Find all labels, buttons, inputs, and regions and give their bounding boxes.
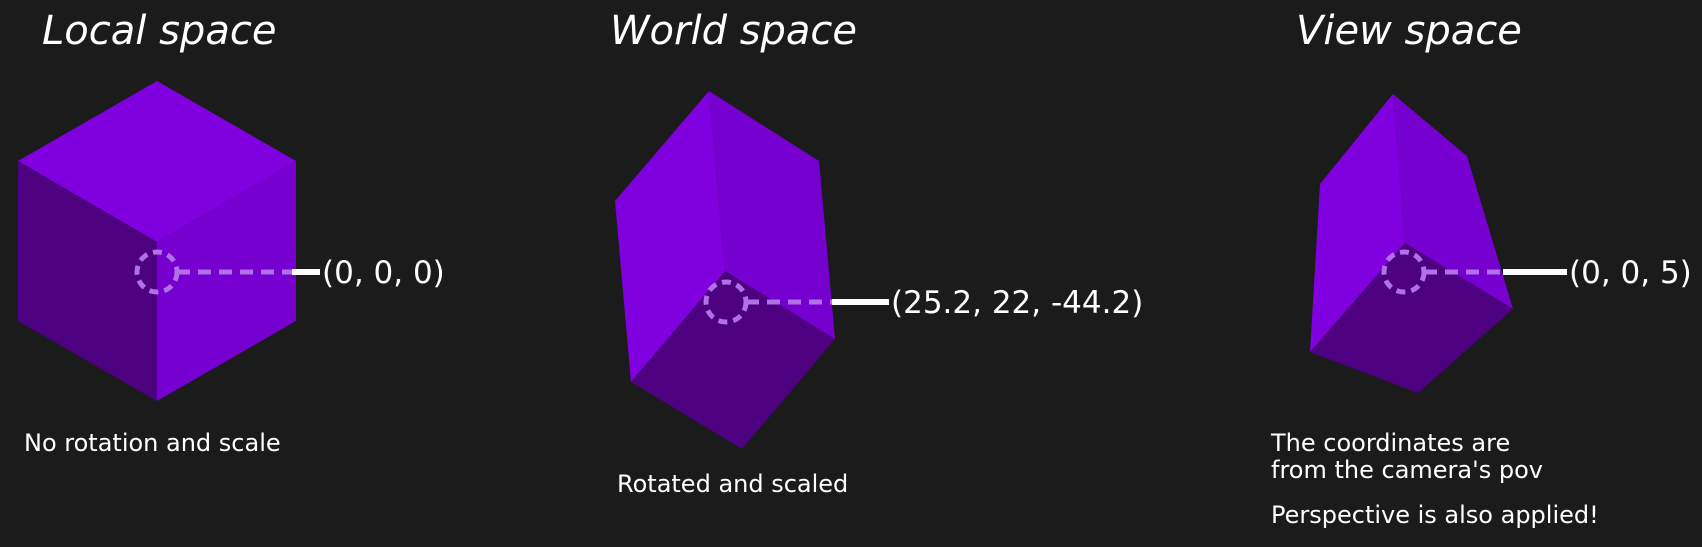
- world-space-cube: [615, 91, 835, 449]
- panel-local-space: Local space (0, 0, 0) No rotation and sc…: [18, 8, 445, 457]
- coordinate-label: (0, 0, 0): [322, 255, 445, 291]
- panel-title: World space: [610, 8, 857, 54]
- local-space-cube: [18, 81, 296, 401]
- panel-view-space: View space (0, 0, 5) The coordinates are…: [1270, 8, 1692, 529]
- caption: Perspective is also applied!: [1271, 501, 1599, 529]
- coordinate-label: (25.2, 22, -44.2): [891, 285, 1143, 321]
- coordinate-spaces-diagram: Local space (0, 0, 0) No rotation and sc…: [18, 8, 1692, 529]
- caption: Rotated and scaled: [617, 470, 848, 498]
- caption: No rotation and scale: [24, 429, 281, 457]
- coordinate-label: (0, 0, 5): [1569, 255, 1692, 291]
- caption: from the camera's pov: [1271, 456, 1543, 484]
- caption: The coordinates are: [1270, 429, 1510, 457]
- view-space-cube: [1310, 94, 1513, 393]
- panel-title: Local space: [42, 8, 276, 54]
- panel-title: View space: [1296, 8, 1522, 54]
- panel-world-space: World space (25.2, 22, -44.2) Rotated an…: [610, 8, 1143, 498]
